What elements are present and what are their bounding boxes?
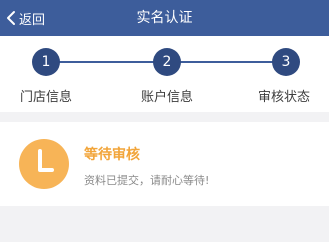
page-title: 实名认证: [136, 10, 193, 26]
step-2-circle: 2: [153, 48, 181, 76]
review-status-card: 等待审核 资料已提交，请耐心等待!: [0, 122, 329, 206]
clock-icon: [19, 139, 69, 189]
status-description: 资料已提交，请耐心等待!: [84, 174, 210, 187]
back-label: 返回: [19, 12, 46, 28]
top-navbar: 返回 实名认证: [0, 0, 329, 36]
status-title: 等待审核: [84, 147, 140, 163]
step-2-label: 账户信息: [140, 90, 193, 105]
step-3-label: 审核状态: [257, 90, 310, 105]
chevron-left-icon: [7, 11, 15, 25]
step-1-circle: 1: [32, 48, 60, 76]
step-1-label: 门店信息: [19, 90, 72, 105]
back-button[interactable]: 返回: [6, 0, 45, 36]
step-connector-2: [172, 61, 282, 63]
progress-steps: 1 2 3 门店信息 账户信息 审核状态: [0, 36, 329, 112]
step-3-circle: 3: [272, 48, 300, 76]
step-connector-1: [50, 61, 162, 63]
